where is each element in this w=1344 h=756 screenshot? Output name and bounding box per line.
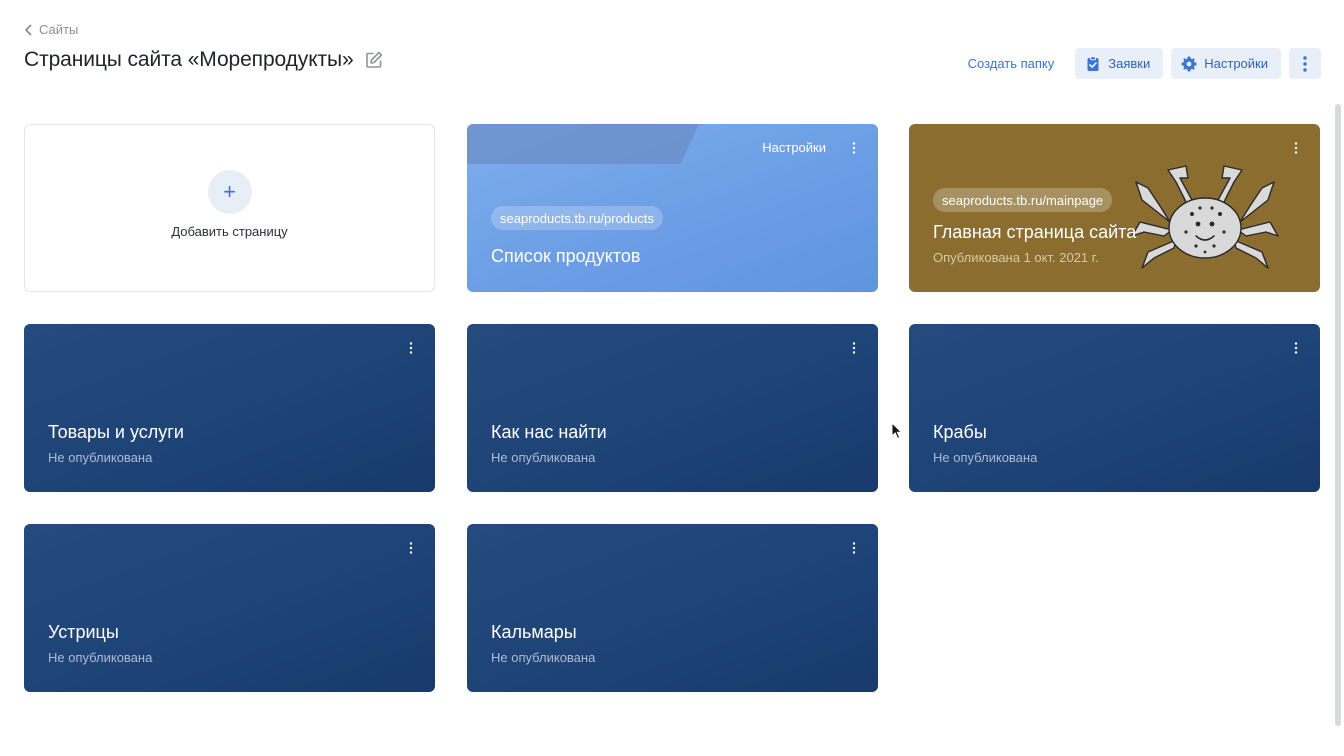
more-vertical-icon[interactable] xyxy=(1286,140,1306,156)
more-vertical-icon[interactable] xyxy=(401,340,421,356)
more-vertical-icon[interactable] xyxy=(401,540,421,556)
crab-illustration xyxy=(1131,165,1279,269)
page-url-chip: seaproducts.tb.ru/mainpage xyxy=(933,188,1113,212)
gear-icon xyxy=(1181,56,1197,71)
page-url-chip: seaproducts.tb.ru/products xyxy=(491,206,663,230)
add-page-label: Добавить страницу xyxy=(171,223,288,239)
page-header: Сайты Страницы сайта «Морепродукты» Созд… xyxy=(0,0,1344,100)
page-title-text: Товары и услуги xyxy=(48,422,184,442)
page-status: Опубликована 1 окт. 2021 г. xyxy=(933,250,1099,265)
page-status: Не опубликована xyxy=(933,450,1038,465)
page-title-text: Список продуктов xyxy=(491,246,641,266)
more-vertical-icon[interactable] xyxy=(844,140,864,156)
scrollbar[interactable] xyxy=(1335,104,1341,726)
page-card[interactable]: Крабы Не опубликована xyxy=(909,324,1320,492)
edit-icon[interactable] xyxy=(364,50,384,70)
breadcrumb-label: Сайты xyxy=(39,22,79,37)
page-title-row: Страницы сайта «Морепродукты» xyxy=(24,48,384,72)
folder-tab-shape xyxy=(467,124,699,164)
more-vertical-icon xyxy=(1303,55,1307,72)
page-status: Не опубликована xyxy=(491,650,596,665)
page-card[interactable]: Как нас найти Не опубликована xyxy=(467,324,878,492)
card-settings-link[interactable]: Настройки xyxy=(762,140,826,155)
page-status: Не опубликована xyxy=(491,450,596,465)
plus-icon: + xyxy=(207,169,252,214)
clipboard-check-icon xyxy=(1087,55,1099,71)
page-card[interactable]: Настройки seaproducts.tb.ru/products Спи… xyxy=(467,124,878,292)
mouse-cursor-icon xyxy=(891,422,903,440)
page-card[interactable]: Устрицы Не опубликована xyxy=(24,524,435,692)
page-status: Не опубликована xyxy=(48,650,153,665)
page-title: Страницы сайта «Морепродукты» xyxy=(24,48,354,71)
settings-label: Настройки xyxy=(1204,56,1268,71)
page-title-text: Крабы xyxy=(933,422,987,442)
page-title-text: Устрицы xyxy=(48,622,119,642)
page-card[interactable]: Товары и услуги Не опубликована xyxy=(24,324,435,492)
page-title-text: Главная страница сайта xyxy=(933,222,1137,242)
more-vertical-icon[interactable] xyxy=(1286,340,1306,356)
page-title-text: Как нас найти xyxy=(491,422,607,442)
add-page-card[interactable]: + Добавить страницу xyxy=(24,124,435,292)
page-status: Не опубликована xyxy=(48,450,153,465)
more-options-button[interactable] xyxy=(1289,48,1321,79)
requests-label: Заявки xyxy=(1108,56,1151,71)
page-title-text: Кальмары xyxy=(491,622,577,642)
page-card[interactable]: Кальмары Не опубликована xyxy=(467,524,878,692)
chevron-left-icon xyxy=(25,24,32,35)
breadcrumb-back[interactable]: Сайты xyxy=(24,22,78,37)
settings-button[interactable]: Настройки xyxy=(1171,48,1281,79)
page-card[interactable]: seaproducts.tb.ru/mainpage Главная стран… xyxy=(909,124,1320,292)
more-vertical-icon[interactable] xyxy=(844,340,864,356)
more-vertical-icon[interactable] xyxy=(844,540,864,556)
create-folder-button[interactable]: Создать папку xyxy=(956,48,1067,79)
header-actions: Создать папку Заявки Настройки xyxy=(956,48,1321,79)
requests-button[interactable]: Заявки xyxy=(1075,48,1164,79)
